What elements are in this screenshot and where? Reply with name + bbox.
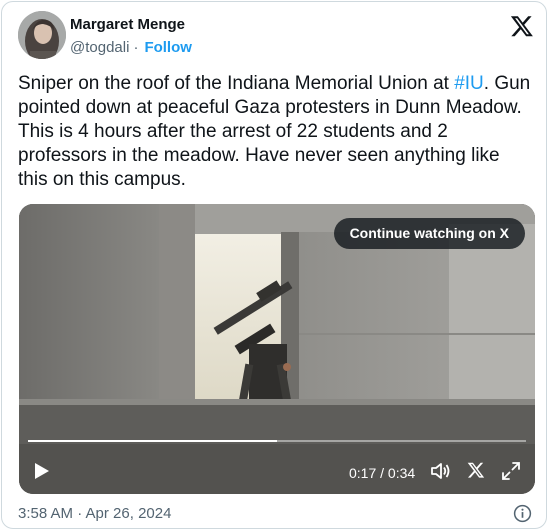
author-handle-row: @togdali · Follow	[70, 39, 192, 56]
continue-watching-button[interactable]: Continue watching on X	[333, 218, 525, 249]
tweet-text-part-1: Sniper on the roof of the Indiana Memori…	[18, 73, 455, 94]
volume-icon[interactable]	[430, 461, 451, 481]
hashtag-link[interactable]: #IU	[454, 73, 484, 94]
author-handle[interactable]: @togdali	[70, 39, 129, 56]
video-player[interactable]: Continue watching on X 0:17 / 0:34	[19, 204, 535, 494]
play-icon[interactable]	[34, 462, 50, 480]
video-progress-fill	[28, 440, 277, 442]
x-logo-icon[interactable]	[510, 14, 534, 38]
info-icon[interactable]	[513, 504, 532, 523]
video-time: 0:17 / 0:34	[349, 465, 416, 481]
expand-icon[interactable]	[502, 462, 520, 480]
separator-dot: ·	[133, 39, 139, 56]
x-logo-icon[interactable]	[467, 461, 485, 479]
avatar-photo	[18, 11, 66, 59]
author-name[interactable]: Margaret Menge	[70, 16, 185, 33]
avatar[interactable]	[18, 11, 66, 59]
tweet-card[interactable]: Margaret Menge @togdali · Follow Sniper on…	[1, 1, 547, 529]
video-progress-bar[interactable]	[28, 440, 526, 442]
follow-button[interactable]: Follow	[144, 39, 192, 56]
tweet-text: Sniper on the roof of the Indiana Memori…	[18, 72, 534, 192]
tweet-timestamp[interactable]: 3:58 AM · Apr 26, 2024	[18, 505, 171, 522]
